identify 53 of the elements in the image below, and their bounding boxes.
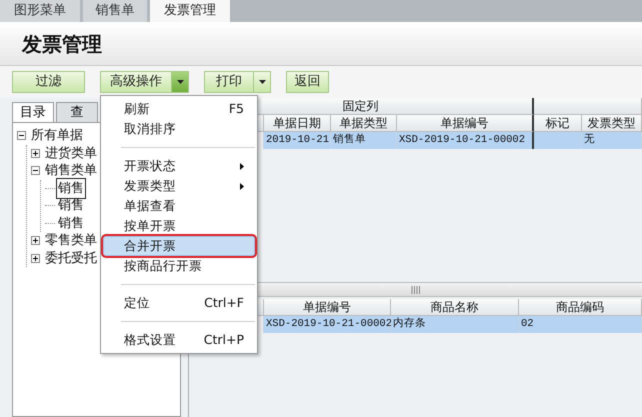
column-header[interactable]: 商品名称	[391, 299, 519, 316]
submenu-arrow-icon	[240, 182, 244, 190]
tree-item[interactable]: 销售	[57, 214, 85, 233]
tab[interactable]: 目录	[12, 102, 54, 122]
expand-icon[interactable]	[31, 236, 40, 246]
collapse-icon[interactable]	[31, 166, 40, 176]
tree-item[interactable]: 销售类单	[44, 161, 98, 180]
tree-item[interactable]: 销售	[57, 196, 85, 216]
column-header[interactable]: 商品编码	[519, 299, 642, 316]
table-cell: XSD-2019-10-21-00002	[397, 132, 534, 149]
menu-item[interactable]: 定位 Ctrl+F	[103, 293, 255, 313]
submenu-arrow-icon	[240, 162, 244, 170]
menu-item[interactable]: 合并开票	[103, 236, 255, 256]
menu-item[interactable]: 格式设置 Ctrl+P	[103, 330, 255, 350]
column-header[interactable]: 单据日期	[264, 115, 331, 132]
menu-item[interactable]: 按单开票	[103, 216, 255, 236]
page-title: 发票管理	[0, 22, 642, 66]
table-cell: 2019-10-21	[264, 132, 331, 149]
column-header[interactable]: 单据编号	[264, 299, 391, 316]
tab[interactable]: 销售单	[83, 0, 147, 22]
tree-item[interactable]: 零售类单	[44, 231, 98, 250]
table-cell: XSD-2019-10-21-00002	[264, 316, 391, 333]
tree-item[interactable]: 委托受托	[44, 248, 98, 268]
column-header[interactable]: 单据类型	[331, 115, 397, 132]
tab[interactable]: 图形菜单	[0, 0, 80, 22]
column-header[interactable]: 发票类型	[582, 115, 642, 132]
dropdown-button[interactable]	[172, 71, 189, 93]
grip-icon	[411, 286, 420, 294]
expand-icon[interactable]	[31, 148, 40, 158]
column-header[interactable]: 标记	[534, 115, 582, 132]
table-cell: 02	[519, 316, 642, 333]
toolbar-button[interactable]: 过滤	[12, 71, 85, 93]
column-header[interactable]: 单据编号	[397, 115, 534, 132]
menu-item[interactable]: 发票类型	[103, 176, 255, 196]
caret-icon	[176, 80, 184, 84]
table-cell: 内存条	[391, 316, 519, 333]
expand-icon[interactable]	[31, 254, 40, 263]
menu-item[interactable]: 开票状态	[103, 156, 255, 176]
tree-item[interactable]: 所有单据	[30, 126, 84, 146]
toolbar-button[interactable]: 返回	[286, 71, 329, 93]
caret-icon	[258, 80, 266, 84]
dropdown-button[interactable]	[254, 71, 271, 93]
tree-item[interactable]: 销售	[57, 178, 85, 198]
tab[interactable]: 发票管理	[150, 0, 230, 22]
table-cell: 无	[582, 132, 642, 149]
collapse-icon[interactable]	[17, 131, 26, 140]
tab[interactable]: 查	[56, 102, 98, 122]
table-cell: 销售单	[331, 132, 397, 149]
tree-item[interactable]: 进货类单	[44, 144, 98, 163]
toolbar-button[interactable]: 高级操作	[100, 71, 172, 93]
toolbar-button[interactable]: 打印	[204, 71, 254, 93]
menu-item[interactable]: 按商品行开票	[103, 256, 255, 276]
menu-item[interactable]: 单据查看	[103, 196, 255, 216]
